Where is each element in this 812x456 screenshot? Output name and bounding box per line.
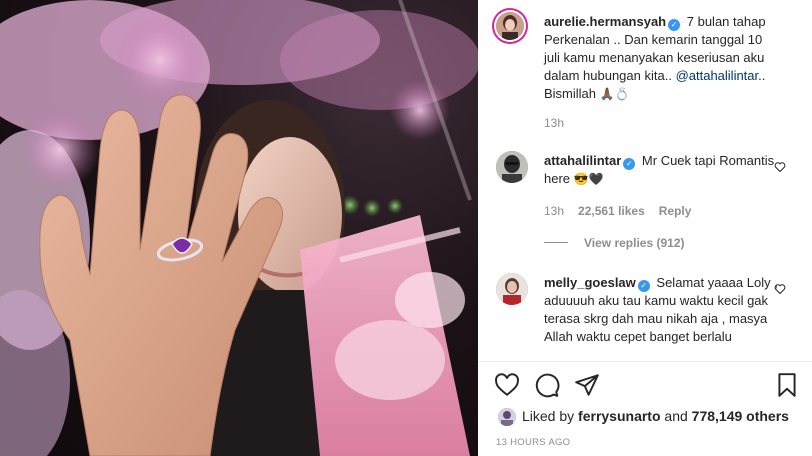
comment-like-heart-icon[interactable] [774,161,786,173]
comment-meta: 13h 22,561 likes Reply [544,204,705,218]
verified-badge-icon: ✓ [623,158,636,170]
verified-badge-icon: ✓ [668,19,681,31]
verified-badge-icon: ✓ [637,280,650,292]
liked-by-user[interactable]: ferrysunarto [578,408,660,424]
author-avatar-image [496,12,524,40]
comment-avatar[interactable] [496,151,528,183]
caption-mention[interactable]: @attahalilintar [676,68,759,83]
comments-scroll-area[interactable]: aurelie.hermansyah ✓ 7 bulan tahap Perken… [478,0,812,362]
comment-emoji: 😎🖤 [573,172,604,186]
comment-avatar-image [496,273,528,305]
comment-username[interactable]: melly_goeslaw [544,275,636,290]
author-avatar[interactable] [496,12,524,40]
comment-likes[interactable]: 22,561 likes [578,204,645,218]
comment-reply-button[interactable]: Reply [659,204,692,218]
liked-by-prefix: Liked by [522,408,575,424]
post-photo [0,0,478,456]
post-timestamp[interactable]: 13 HOURS AGO [496,437,570,448]
caption-emoji: 🙏🏾💍 [599,87,630,101]
share-icon[interactable] [574,372,600,398]
comment-avatar-image [496,151,528,183]
comment-avatar[interactable] [496,273,528,305]
comment-like-heart-icon[interactable] [774,283,786,295]
liked-by-avatar-image [498,408,516,426]
post-sidebar: aurelie.hermansyah ✓ 7 bulan tahap Perken… [478,0,812,456]
view-replies-button[interactable]: View replies (912) [544,236,685,250]
photo-illustration [0,0,478,456]
caption-username[interactable]: aurelie.hermansyah [544,14,666,29]
comment-icon[interactable] [534,372,560,398]
liked-by-count[interactable]: 778,149 others [692,408,789,424]
liked-by-and: and [664,408,688,424]
bookmark-icon[interactable] [774,372,800,398]
post-caption: aurelie.hermansyah ✓ 7 bulan tahap Perken… [544,13,780,103]
heart-icon[interactable] [494,372,520,398]
liked-by-avatar[interactable] [498,408,516,426]
view-replies-label: View replies (912) [584,236,685,250]
divider-dash [544,242,568,243]
comment-username[interactable]: attahalilintar [544,153,621,168]
caption-time: 13h [544,116,578,130]
comment-time[interactable]: 13h [544,204,564,218]
comment-item: melly_goeslaw ✓ Selamat yaaaa Loly , aduu… [544,274,780,346]
comment-item: attahalilintar ✓ Mr Cuek tapi Romantis he… [544,152,780,188]
caption-time-text[interactable]: 13h [544,116,564,130]
liked-by: Liked by ferrysunarto and 778,149 others [522,407,789,425]
